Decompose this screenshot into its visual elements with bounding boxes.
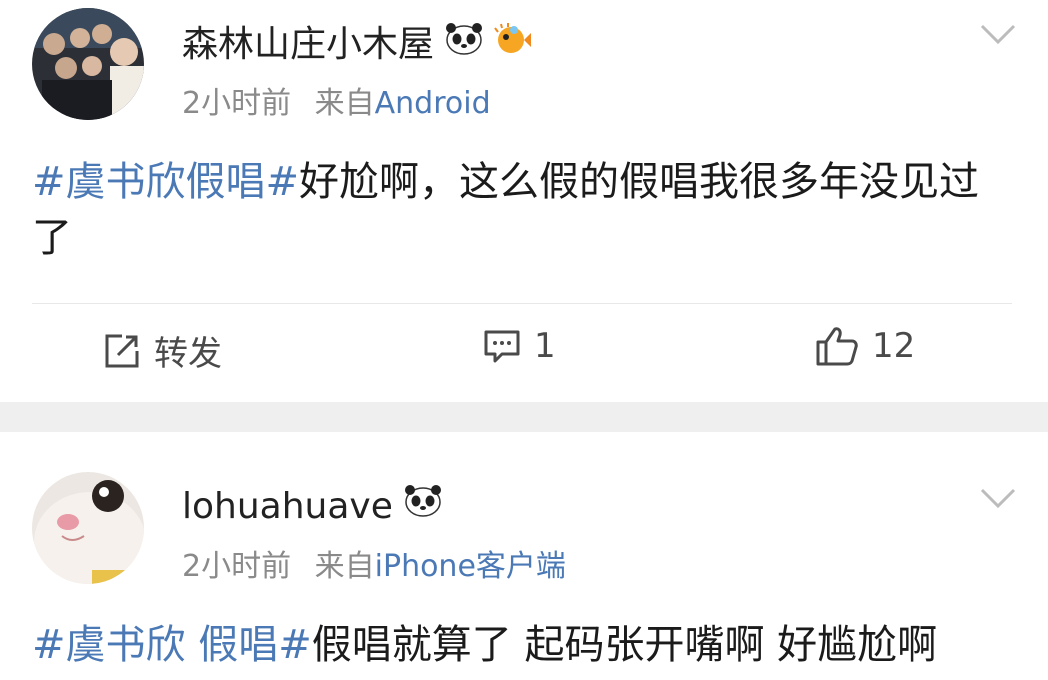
username[interactable]: lohuahuave [182, 482, 393, 532]
post-card: lohuahuave 2小时前 来自iPhone客户端 #虞书欣 假唱#假唱就算… [0, 432, 1048, 680]
comment-button[interactable]: 1 [484, 326, 556, 366]
repost-icon [105, 334, 139, 367]
chevron-down-icon[interactable] [978, 482, 1018, 516]
source-prefix: 来自 [314, 86, 375, 121]
post-text: 假唱就算了 起码张开嘴啊 好尴尬啊 [311, 622, 938, 668]
repost-label: 转发 [154, 334, 222, 374]
comment-icon [484, 330, 520, 363]
like-count: 12 [872, 326, 916, 366]
divider [32, 303, 1012, 304]
post-meta: 2小时前 来自iPhone客户端 [182, 547, 566, 587]
username[interactable]: 森林山庄小木屋 [182, 20, 434, 70]
comment-count: 1 [534, 326, 556, 366]
avatar[interactable] [32, 8, 144, 120]
post-time: 2小时前 [182, 86, 292, 121]
post-content: #虞书欣 假唱#假唱就算了 起码张开嘴啊 好尴尬啊 [32, 617, 992, 673]
panda-emoji-icon [403, 482, 443, 532]
post-separator [0, 402, 1048, 432]
post-source[interactable]: Android [375, 86, 491, 121]
thumbs-up-icon [816, 327, 858, 366]
post-time: 2小时前 [182, 549, 292, 584]
username-row: 森林山庄小木屋 [182, 20, 532, 70]
pufferfish-emoji-icon [494, 20, 532, 70]
avatar[interactable] [32, 472, 144, 584]
repost-button[interactable]: 转发 [104, 326, 222, 375]
like-button[interactable]: 12 [816, 326, 915, 366]
post-content: #虞书欣假唱#好尬啊，这么假的假唱我很多年没见过了 [32, 154, 992, 266]
action-bar: 转发 1 12 [0, 326, 1048, 382]
username-row: lohuahuave [182, 482, 443, 532]
source-prefix: 来自 [314, 549, 375, 584]
post-card: 森林山庄小木屋 2小时前 来自Android #虞书欣假唱#好尬啊，这么假的假唱… [0, 0, 1048, 402]
chevron-down-icon[interactable] [978, 18, 1018, 52]
post-meta: 2小时前 来自Android [182, 84, 491, 124]
topic-tag[interactable]: #虞书欣 假唱# [32, 622, 312, 668]
topic-tag[interactable]: #虞书欣假唱# [32, 159, 299, 205]
post-source[interactable]: iPhone客户端 [375, 549, 566, 584]
panda-emoji-icon [444, 20, 484, 70]
